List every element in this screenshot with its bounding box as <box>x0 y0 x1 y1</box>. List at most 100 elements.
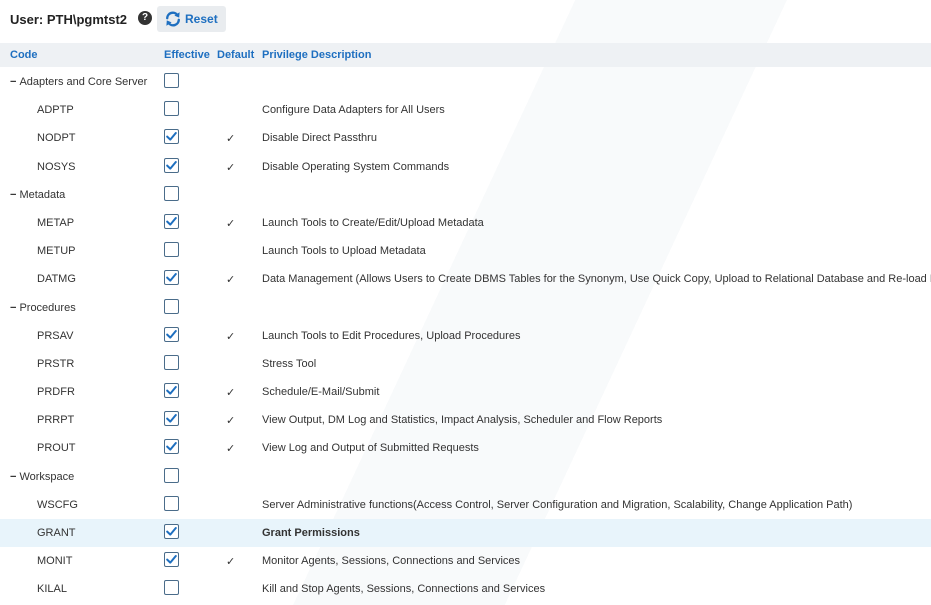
table-row[interactable]: PRRPT ✓ View Output, DM Log and Statistics… <box>0 406 931 434</box>
group-toggle[interactable]: − Metadata <box>10 189 65 201</box>
effective-checkbox[interactable] <box>164 524 179 539</box>
effective-checkbox[interactable] <box>164 326 179 342</box>
privilege-code: PRSAV <box>37 329 74 342</box>
collapse-icon[interactable]: − <box>10 471 16 483</box>
reset-button[interactable]: Reset <box>157 6 226 32</box>
effective-checkbox[interactable] <box>164 580 179 596</box>
table-row[interactable]: NODPT ✓ Disable Direct Passthru <box>0 124 931 152</box>
table-row[interactable]: DATMG ✓ Data Management (Allows Users to C… <box>0 265 931 293</box>
user-label: User: PTH\pgmtst2 <box>10 12 128 27</box>
table-row[interactable]: METUP Launch Tools to Upload Metadata <box>0 237 931 265</box>
privilege-code: PRRPT <box>37 414 75 427</box>
effective-checkbox[interactable] <box>164 185 179 201</box>
privilege-code: ADPTP <box>37 104 74 117</box>
group-label: Workspace <box>19 470 75 483</box>
privilege-code: DATMG <box>37 273 76 286</box>
default-check-icon: ✓ <box>226 330 236 343</box>
toolbar: User: PTH\pgmtst2 ? Reset <box>0 0 931 40</box>
table-row[interactable]: PRSTR Stress Tool <box>0 350 931 378</box>
reset-label: Reset <box>185 12 218 26</box>
effective-checkbox[interactable] <box>164 129 179 145</box>
help-icon[interactable]: ? <box>138 11 152 25</box>
privilege-code: PRSTR <box>37 357 75 370</box>
effective-checkbox[interactable] <box>164 157 179 173</box>
collapse-icon[interactable]: − <box>10 302 16 314</box>
effective-checkbox[interactable] <box>164 354 179 370</box>
default-check-icon: ✓ <box>226 217 236 230</box>
privilege-code: METAP <box>37 216 75 229</box>
group-row[interactable]: − Workspace <box>0 463 931 491</box>
group-toggle[interactable]: − Adapters and Core Server <box>10 76 147 88</box>
effective-checkbox[interactable] <box>164 439 179 455</box>
privilege-description: Data Management (Allows Users to Create … <box>262 273 931 286</box>
column-header-row: Code Effective Default Privilege Descrip… <box>0 43 931 67</box>
effective-checkbox[interactable] <box>164 383 179 399</box>
group-label: Adapters and Core Server <box>19 76 148 88</box>
privilege-code: PRDFR <box>37 386 75 399</box>
privilege-code: GRANT <box>37 527 76 539</box>
refresh-icon <box>164 11 182 27</box>
default-check-icon: ✓ <box>226 443 236 456</box>
group-toggle[interactable]: − Procedures <box>10 302 76 314</box>
privilege-code: MONIT <box>37 555 73 568</box>
default-check-icon: ✓ <box>226 133 236 146</box>
privilege-description: View Log and Output of Submitted Request… <box>262 442 479 455</box>
collapse-icon[interactable]: − <box>10 189 16 201</box>
table-row[interactable]: NOSYS ✓ Disable Operating System Commands <box>0 153 931 181</box>
privilege-description: Grant Permissions <box>262 527 360 539</box>
effective-checkbox[interactable] <box>164 467 179 483</box>
privilege-description: View Output, DM Log and Statistics, Impa… <box>262 414 663 427</box>
default-check-icon: ✓ <box>226 556 236 569</box>
privilege-code: NOSYS <box>37 160 76 173</box>
privilege-description: Launch Tools to Create/Edit/Upload Metad… <box>262 216 484 229</box>
group-row[interactable]: − Metadata <box>0 181 931 209</box>
effective-checkbox[interactable] <box>164 552 179 568</box>
effective-checkbox[interactable] <box>164 101 179 117</box>
default-check-icon: ✓ <box>226 161 236 174</box>
table-row[interactable]: MONIT ✓ Monitor Agents, Sessions, Connecti… <box>0 547 931 575</box>
collapse-icon[interactable]: − <box>10 76 16 88</box>
privilege-description: Stress Tool <box>262 357 317 370</box>
privilege-description: Kill and Stop Agents, Sessions, Connecti… <box>262 583 546 596</box>
privilege-description: Server Administrative functions(Access C… <box>262 498 853 511</box>
effective-checkbox[interactable] <box>164 213 179 229</box>
column-header-description[interactable]: Privilege Description <box>262 49 371 61</box>
privilege-description: Disable Operating System Commands <box>262 160 450 173</box>
table-row[interactable]: ADPTP Configure Data Adapters for All Use… <box>0 96 931 124</box>
effective-checkbox[interactable] <box>164 73 179 88</box>
privilege-description: Disable Direct Passthru <box>262 132 377 145</box>
privilege-description: Configure Data Adapters for All Users <box>262 104 445 117</box>
column-header-default[interactable]: Default <box>217 49 254 61</box>
default-check-icon: ✓ <box>226 274 236 287</box>
privilege-code: PROUT <box>37 442 76 455</box>
table-row[interactable]: METAP ✓ Launch Tools to Create/Edit/Upload… <box>0 209 931 237</box>
privilege-description: Launch Tools to Upload Metadata <box>262 245 426 258</box>
group-label: Metadata <box>19 188 66 201</box>
group-label: Procedures <box>19 301 76 314</box>
privilege-table: − Adapters and Core Server ADPTP Configure … <box>0 68 931 604</box>
privilege-code: METUP <box>37 245 76 258</box>
table-row[interactable]: GRANT Grant Permissions <box>0 519 931 548</box>
privilege-description: Launch Tools to Edit Procedures, Upload … <box>262 329 521 342</box>
privilege-code: WSCFG <box>37 498 78 511</box>
effective-checkbox[interactable] <box>164 242 179 258</box>
effective-checkbox[interactable] <box>164 495 179 511</box>
effective-checkbox[interactable] <box>164 298 179 314</box>
table-row[interactable]: PRSAV ✓ Launch Tools to Edit Procedures, U… <box>0 322 931 350</box>
effective-checkbox[interactable] <box>164 411 179 427</box>
group-row[interactable]: − Adapters and Core Server <box>0 68 931 96</box>
table-row[interactable]: PROUT ✓ View Log and Output of Submitted R… <box>0 434 931 462</box>
column-header-code[interactable]: Code <box>10 49 38 61</box>
column-header-effective[interactable]: Effective <box>164 49 210 61</box>
default-check-icon: ✓ <box>226 387 236 400</box>
privilege-description: Monitor Agents, Sessions, Connections an… <box>262 555 521 568</box>
table-row[interactable]: WSCFG Server Administrative functions(Acc… <box>0 491 931 519</box>
privilege-code: NODPT <box>37 132 76 145</box>
group-toggle[interactable]: − Workspace <box>10 471 74 483</box>
group-row[interactable]: − Procedures <box>0 294 931 322</box>
effective-checkbox[interactable] <box>164 270 179 286</box>
default-check-icon: ✓ <box>226 415 236 428</box>
table-row[interactable]: PRDFR ✓ Schedule/E-Mail/Submit <box>0 378 931 406</box>
table-row[interactable]: KILAL Kill and Stop Agents, Sessions, Con… <box>0 575 931 603</box>
privilege-description: Schedule/E-Mail/Submit <box>262 386 380 399</box>
